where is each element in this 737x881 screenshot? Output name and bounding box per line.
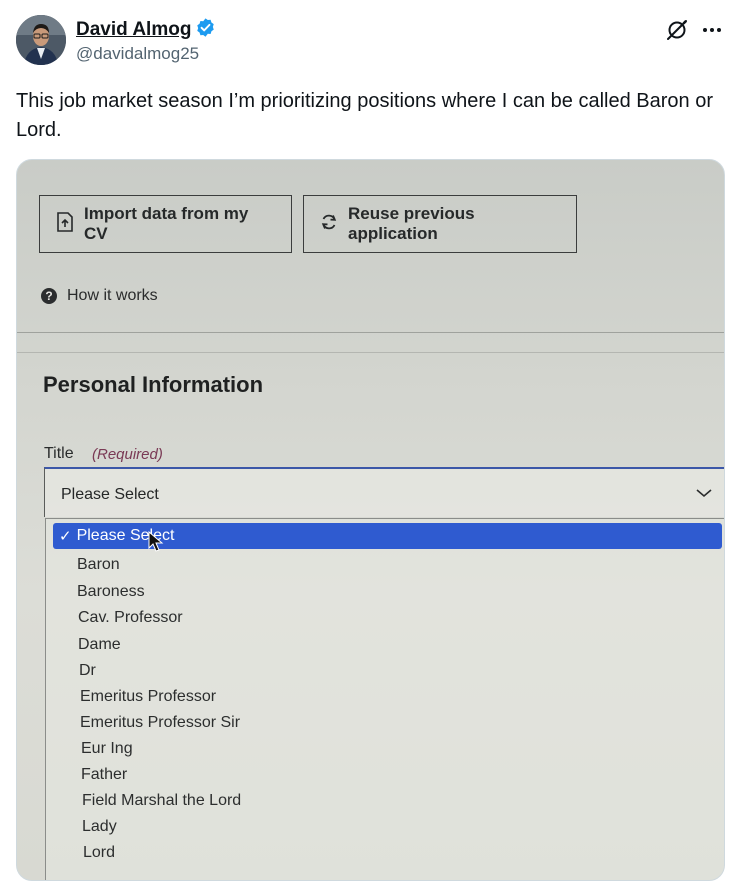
reuse-application-label: Reuse previous application bbox=[348, 204, 475, 243]
divider bbox=[17, 352, 724, 353]
cursor-icon bbox=[148, 530, 164, 553]
checkmark-icon: ✓ bbox=[59, 528, 72, 545]
chevron-down-icon bbox=[695, 486, 713, 500]
upload-icon bbox=[56, 211, 74, 237]
option-emeritus-professor-sir: Emeritus Professor Sir bbox=[80, 714, 241, 731]
post-image[interactable]: Import data from my CV Reuse previous ap… bbox=[16, 159, 725, 881]
option-field-marshal: Field Marshal the Lord bbox=[82, 792, 242, 809]
avatar[interactable] bbox=[16, 15, 66, 65]
required-note: (Required) bbox=[92, 446, 163, 463]
option-lady: Lady bbox=[82, 818, 117, 835]
title-select: Please Select bbox=[44, 467, 724, 517]
how-it-works-link: How it works bbox=[67, 287, 158, 304]
option-emeritus-professor: Emeritus Professor bbox=[80, 688, 217, 705]
option-father: Father bbox=[81, 766, 128, 783]
reuse-application-button: Reuse previous application bbox=[303, 195, 577, 253]
option-dr: Dr bbox=[79, 662, 96, 679]
more-icon[interactable] bbox=[700, 18, 724, 42]
option-dame: Dame bbox=[78, 636, 121, 653]
select-value: Please Select bbox=[61, 486, 159, 503]
refresh-icon bbox=[320, 213, 338, 236]
title-options-list: ✓ Please Select Baron Baroness Cav. Prof… bbox=[45, 518, 724, 880]
grok-icon[interactable] bbox=[665, 18, 689, 42]
section-heading: Personal Information bbox=[43, 372, 264, 397]
import-cv-button: Import data from my CV bbox=[39, 195, 292, 253]
option-baroness: Baroness bbox=[77, 583, 145, 600]
option-eur-ing: Eur Ing bbox=[81, 740, 133, 757]
import-cv-label: Import data from my CV bbox=[84, 204, 249, 243]
option-baron: Baron bbox=[77, 556, 120, 573]
divider bbox=[17, 332, 724, 333]
verified-badge-icon bbox=[195, 17, 216, 43]
option-cav-professor: Cav. Professor bbox=[78, 609, 183, 626]
author-handle[interactable]: @davidalmog25 bbox=[76, 44, 199, 64]
option-lord: Lord bbox=[83, 844, 116, 861]
title-field-label: Title bbox=[44, 445, 74, 462]
question-icon: ? bbox=[41, 288, 57, 304]
author-name[interactable]: David Almog bbox=[76, 19, 191, 41]
post-text: This job market season I’m prioritizing … bbox=[16, 90, 713, 141]
